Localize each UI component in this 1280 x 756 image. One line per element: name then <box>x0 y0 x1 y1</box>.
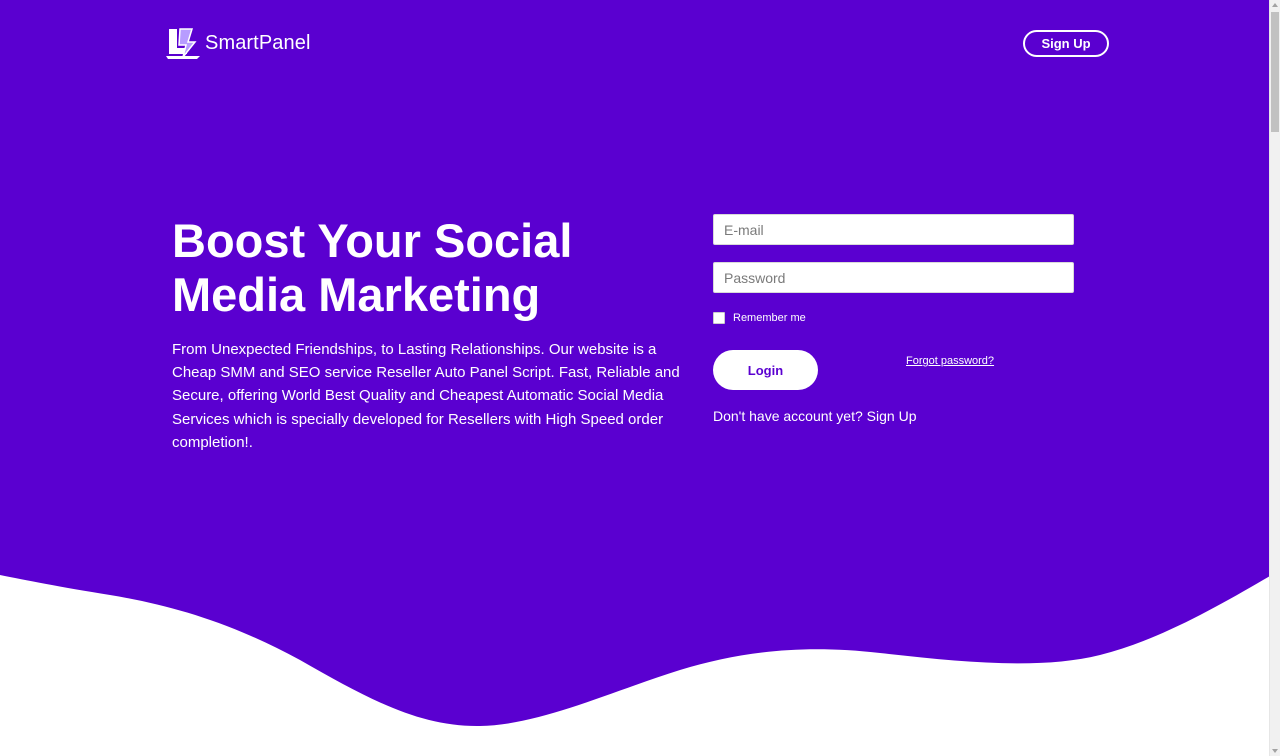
logo-mark-icon <box>166 28 200 59</box>
page: SmartPanel Sign Up Boost Your Social Med… <box>0 0 1280 756</box>
no-account-row: Don't have account yet? Sign Up <box>713 408 916 424</box>
remember-label: Remember me <box>733 312 806 324</box>
scrollbar-thumb[interactable] <box>1271 12 1279 132</box>
hero-title: Boost Your Social Media Marketing <box>172 214 573 321</box>
no-account-text: Don't have account yet? <box>713 408 863 424</box>
logo[interactable]: SmartPanel <box>165 26 311 60</box>
password-field[interactable] <box>713 262 1074 293</box>
signup-button[interactable]: Sign Up <box>1023 30 1109 57</box>
logo-text: SmartPanel <box>205 31 311 54</box>
hero-description: From Unexpected Friendships, to Lasting … <box>172 341 680 451</box>
scroll-up-icon[interactable] <box>1272 3 1278 7</box>
login-button[interactable]: Login <box>713 350 818 390</box>
scroll-down-icon[interactable] <box>1272 749 1278 753</box>
remember-me[interactable]: Remember me <box>713 312 806 324</box>
email-field[interactable] <box>713 214 1074 245</box>
forgot-password-link[interactable]: Forgot password? <box>906 355 994 367</box>
remember-checkbox[interactable] <box>713 312 725 324</box>
vertical-scrollbar[interactable] <box>1269 0 1280 756</box>
signup-link[interactable]: Sign Up <box>867 408 917 424</box>
